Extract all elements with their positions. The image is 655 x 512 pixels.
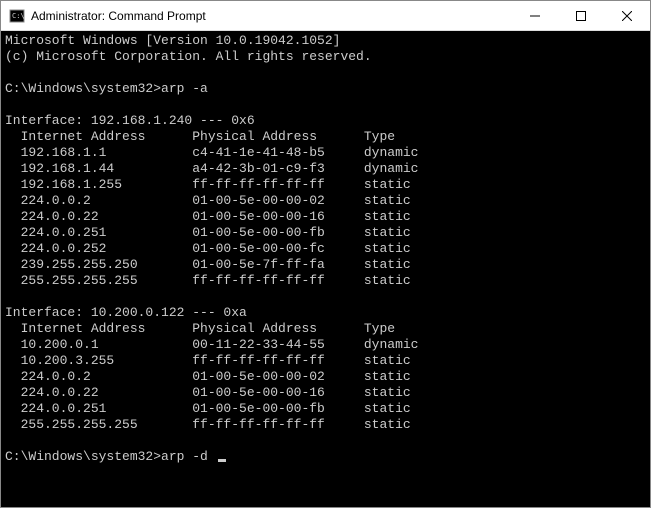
terminal-line: 224.0.0.2 01-00-5e-00-00-02 static (5, 369, 646, 385)
terminal-line: 224.0.0.251 01-00-5e-00-00-fb static (5, 225, 646, 241)
minimize-button[interactable] (512, 1, 558, 30)
terminal-line: Internet Address Physical Address Type (5, 321, 646, 337)
terminal-line: Interface: 192.168.1.240 --- 0x6 (5, 113, 646, 129)
terminal-line: 224.0.0.22 01-00-5e-00-00-16 static (5, 385, 646, 401)
close-button[interactable] (604, 1, 650, 30)
cursor (218, 459, 226, 462)
terminal-line (5, 289, 646, 305)
terminal-output[interactable]: Microsoft Windows [Version 10.0.19042.10… (1, 31, 650, 507)
terminal-line: 10.200.3.255 ff-ff-ff-ff-ff-ff static (5, 353, 646, 369)
terminal-line: 10.200.0.1 00-11-22-33-44-55 dynamic (5, 337, 646, 353)
terminal-line: 192.168.1.44 a4-42-3b-01-c9-f3 dynamic (5, 161, 646, 177)
window-title: Administrator: Command Prompt (31, 9, 512, 23)
terminal-line: Interface: 10.200.0.122 --- 0xa (5, 305, 646, 321)
terminal-line (5, 65, 646, 81)
terminal-line: (c) Microsoft Corporation. All rights re… (5, 49, 646, 65)
terminal-line: 255.255.255.255 ff-ff-ff-ff-ff-ff static (5, 417, 646, 433)
terminal-line: 192.168.1.1 c4-41-1e-41-48-b5 dynamic (5, 145, 646, 161)
command-prompt-window: C:\ Administrator: Command Prompt Micros… (0, 0, 651, 508)
svg-text:C:\: C:\ (12, 12, 25, 20)
terminal-line: C:\Windows\system32>arp -a (5, 81, 646, 97)
terminal-line: 224.0.0.252 01-00-5e-00-00-fc static (5, 241, 646, 257)
terminal-line: 224.0.0.251 01-00-5e-00-00-fb static (5, 401, 646, 417)
prompt-text: C:\Windows\system32>arp -d (5, 449, 216, 464)
terminal-line: 192.168.1.255 ff-ff-ff-ff-ff-ff static (5, 177, 646, 193)
terminal-line (5, 97, 646, 113)
maximize-button[interactable] (558, 1, 604, 30)
terminal-line: Internet Address Physical Address Type (5, 129, 646, 145)
terminal-line: 255.255.255.255 ff-ff-ff-ff-ff-ff static (5, 273, 646, 289)
terminal-line (5, 433, 646, 449)
titlebar[interactable]: C:\ Administrator: Command Prompt (1, 1, 650, 31)
window-controls (512, 1, 650, 30)
terminal-prompt[interactable]: C:\Windows\system32>arp -d (5, 449, 646, 465)
terminal-line: 224.0.0.2 01-00-5e-00-00-02 static (5, 193, 646, 209)
terminal-line: 239.255.255.250 01-00-5e-7f-ff-fa static (5, 257, 646, 273)
cmd-icon: C:\ (9, 8, 25, 24)
terminal-line: Microsoft Windows [Version 10.0.19042.10… (5, 33, 646, 49)
terminal-line: 224.0.0.22 01-00-5e-00-00-16 static (5, 209, 646, 225)
